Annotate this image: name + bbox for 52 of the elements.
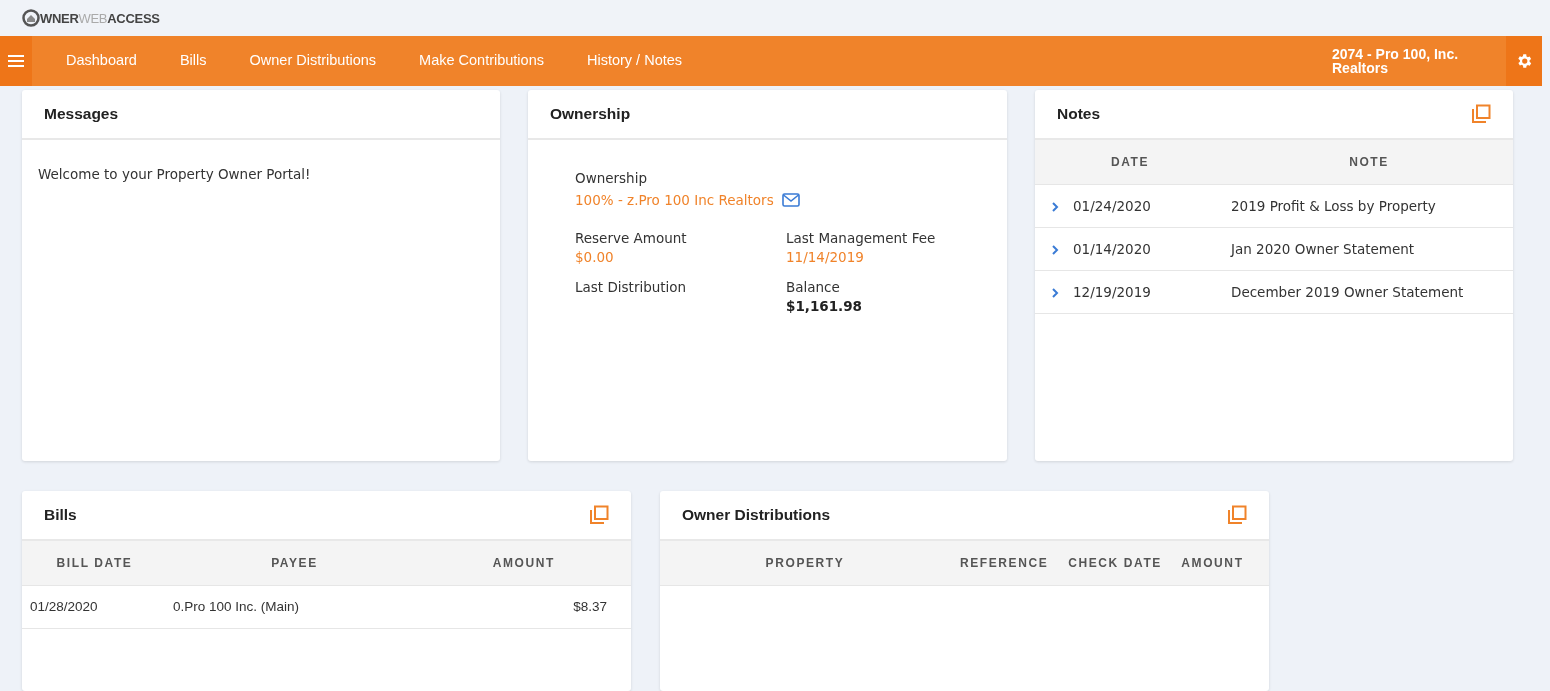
- nav-link[interactable]: Make Contributions: [419, 48, 544, 74]
- table-cell: $8.37: [422, 585, 631, 628]
- column-header: DATE: [1035, 140, 1225, 184]
- settings-button[interactable]: [1506, 36, 1542, 86]
- field-label: Last Distribution: [575, 279, 688, 295]
- settings-icon: [1515, 52, 1533, 70]
- field-value: $0.00: [575, 249, 615, 265]
- column-header: REFERENCE: [950, 541, 1059, 585]
- table-cell: 01/28/2020: [22, 585, 167, 628]
- logo-icon: [22, 9, 40, 27]
- nav-link[interactable]: Bills: [179, 48, 207, 74]
- column-header: AMOUNT: [1171, 541, 1253, 585]
- column-header: NOTE: [1225, 140, 1513, 184]
- card-title: Notes: [1057, 105, 1101, 123]
- menu-button[interactable]: [0, 36, 32, 86]
- column-header: PROPERTY: [660, 541, 950, 585]
- nav-link[interactable]: Owner Distributions: [249, 48, 377, 74]
- field-label: Balance: [786, 279, 841, 295]
- table-cell: 2019 Profit & Loss by Property: [1225, 184, 1513, 227]
- table-cell: December 2019 Owner Statement: [1225, 270, 1513, 313]
- column-header: AMOUNT: [422, 541, 631, 585]
- card-title: Owner Distributions: [682, 506, 831, 524]
- field-label: Ownership: [575, 170, 648, 186]
- chevron-icon[interactable]: [1051, 200, 1059, 213]
- column-header: BILL DATE: [22, 541, 167, 585]
- field-value: $1,161.98: [786, 298, 863, 314]
- nav-link[interactable]: Dashboard: [66, 48, 137, 74]
- card-title: Ownership: [550, 105, 631, 123]
- message-text: Welcome to your Property Owner Portal!: [38, 166, 312, 182]
- table-cell: Jan 2020 Owner Statement: [1225, 227, 1513, 270]
- table-cell: 01/14/2020: [1035, 227, 1225, 270]
- card-title: Bills: [44, 506, 77, 524]
- mail-icon[interactable]: [781, 193, 800, 207]
- field-value: 11/14/2019: [786, 249, 865, 265]
- field-label: Reserve Amount: [575, 230, 688, 246]
- copy-icon[interactable]: [1471, 104, 1491, 124]
- menu-icon: [8, 55, 24, 67]
- table-cell: 01/24/2020: [1035, 184, 1225, 227]
- copy-icon[interactable]: [1227, 505, 1247, 525]
- column-header: PAYEE: [167, 541, 422, 585]
- ownership-link[interactable]: 100% - z.Pro 100 Inc Realtors: [575, 192, 774, 208]
- copy-icon[interactable]: [589, 505, 609, 525]
- field-label: Last Management Fee: [786, 230, 937, 246]
- nav-link[interactable]: History / Notes: [586, 48, 683, 74]
- logo-text: WNERWEBACCESS: [40, 10, 160, 26]
- table-cell: 0.Pro 100 Inc. (Main): [167, 585, 422, 628]
- account-name: 2074 - Pro 100, Inc. Realtors: [1332, 47, 1460, 75]
- table-cell: 12/19/2019: [1035, 270, 1225, 313]
- chevron-icon[interactable]: [1051, 286, 1059, 299]
- column-header: CHECK DATE: [1058, 541, 1172, 585]
- card-title: Messages: [44, 105, 119, 123]
- chevron-icon[interactable]: [1051, 243, 1059, 256]
